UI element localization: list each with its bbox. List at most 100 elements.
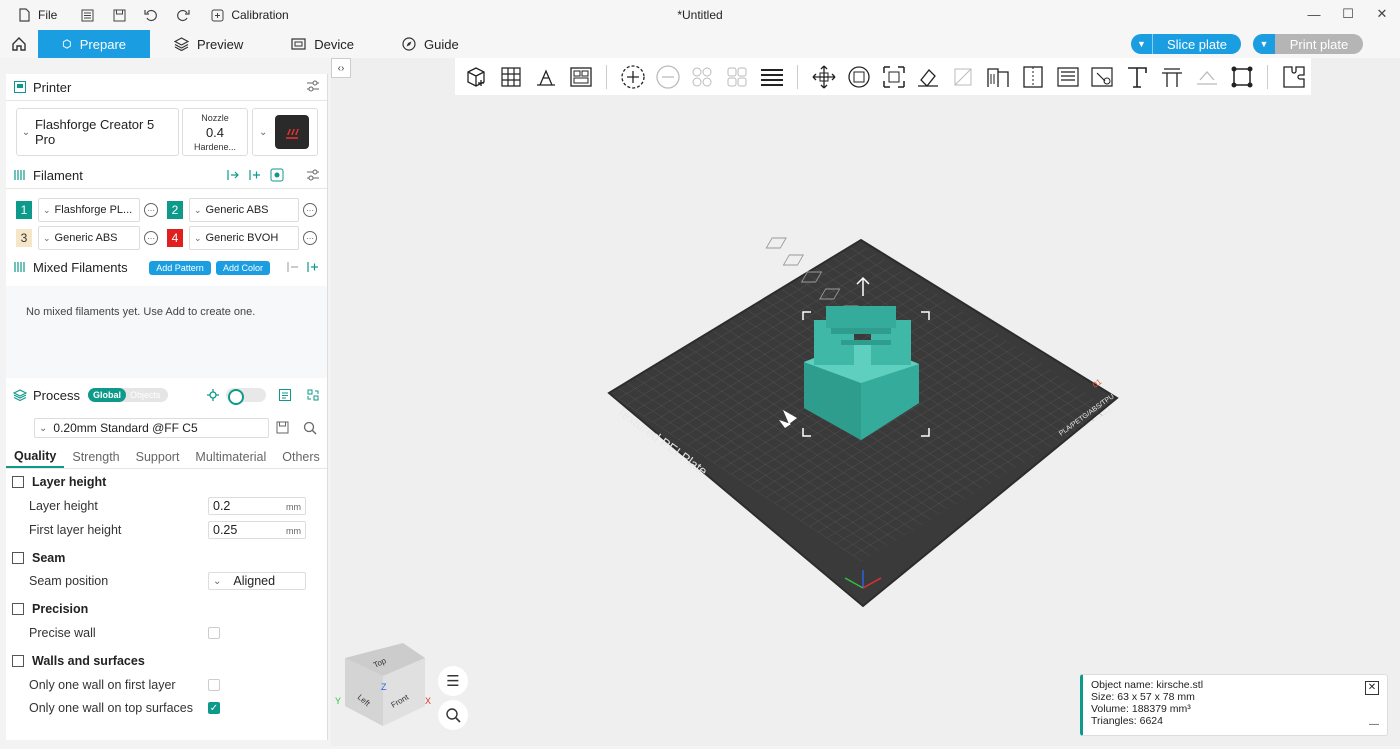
- build-plate-scene: Textured PEI Plate PLA/PETG/ABS/TPU 01 T…: [335, 237, 1119, 726]
- puzzle-icon[interactable]: [1276, 62, 1311, 92]
- arrange-icon[interactable]: [563, 62, 598, 92]
- menu-list-icon[interactable]: [79, 7, 95, 23]
- tab-preview[interactable]: Preview: [150, 30, 267, 58]
- tab-device[interactable]: Device: [267, 30, 378, 58]
- filament-sync-icon[interactable]: [226, 168, 240, 185]
- brim-ears-icon[interactable]: [1224, 62, 1259, 92]
- filament-select[interactable]: ⌄ Generic ABS: [38, 226, 140, 250]
- add-plate-icon[interactable]: [494, 62, 529, 92]
- plate-select[interactable]: ⌄: [252, 108, 318, 156]
- filament-select[interactable]: ⌄ Generic BVOH: [189, 226, 299, 250]
- color-painting-icon[interactable]: [1085, 62, 1120, 92]
- save-icon[interactable]: [111, 7, 127, 23]
- close-icon[interactable]: ✕: [1365, 681, 1379, 695]
- precise-wall-checkbox[interactable]: [208, 627, 220, 639]
- close-icon[interactable]: ✕: [1372, 4, 1392, 24]
- file-menu[interactable]: File: [16, 7, 57, 23]
- prepare-icon: [62, 39, 71, 49]
- tab-strength[interactable]: Strength: [64, 446, 127, 468]
- tab-multimaterial[interactable]: Multimaterial: [187, 446, 274, 468]
- tab-quality[interactable]: Quality: [6, 446, 65, 468]
- undo-icon[interactable]: [143, 7, 159, 23]
- print-plate-button[interactable]: ▼ Print plate: [1253, 34, 1363, 54]
- search-icon[interactable]: [303, 421, 317, 438]
- minimize-icon[interactable]: —: [1369, 719, 1379, 731]
- group-seam: Seam: [6, 548, 327, 568]
- filament-number: 3: [16, 229, 32, 247]
- tab-others[interactable]: Others: [274, 446, 327, 468]
- more-icon[interactable]: ⋯: [144, 231, 158, 245]
- minimize-icon[interactable]: —: [1304, 4, 1324, 24]
- more-icon[interactable]: ⋯: [303, 203, 317, 217]
- split-parts-icon[interactable]: [720, 62, 755, 92]
- chevron-down-icon[interactable]: ▼: [1131, 34, 1153, 54]
- toggle-objects[interactable]: Objects: [126, 388, 165, 402]
- filament-select[interactable]: ⌄ Generic ABS: [189, 198, 299, 222]
- slice-plate-button[interactable]: ▼ Slice plate: [1131, 34, 1241, 54]
- compare-icon[interactable]: [306, 388, 320, 405]
- printer-select[interactable]: ⌄ Flashforge Creator 5 Pro: [16, 108, 179, 156]
- global-objects-toggle[interactable]: Global Objects: [88, 388, 168, 402]
- cut-icon[interactable]: [946, 62, 981, 92]
- add-instance-icon[interactable]: [615, 62, 650, 92]
- text-icon[interactable]: [1120, 62, 1155, 92]
- filament-number: 2: [167, 201, 183, 219]
- filament-sync-icon[interactable]: [286, 260, 300, 277]
- zoom-icon[interactable]: [438, 700, 468, 730]
- rotate-icon[interactable]: [841, 62, 876, 92]
- 3d-toolbar: [455, 58, 1311, 95]
- fuzzy-skin-painting-icon[interactable]: [1050, 62, 1085, 92]
- add-color-button[interactable]: Add Color: [216, 261, 270, 275]
- measure-icon[interactable]: [1155, 62, 1190, 92]
- notes-icon[interactable]: [278, 388, 292, 405]
- filament-slot-3: 3 ⌄ Generic ABS ⋯: [16, 226, 158, 250]
- tab-guide[interactable]: Guide: [378, 30, 483, 58]
- advanced-toggle[interactable]: [226, 388, 266, 405]
- tab-support[interactable]: Support: [128, 446, 188, 468]
- layers-editing-icon[interactable]: [755, 62, 790, 92]
- add-pattern-button[interactable]: Add Pattern: [149, 261, 211, 275]
- one-wall-first-layer-checkbox[interactable]: [208, 679, 220, 691]
- tab-prepare[interactable]: Prepare: [38, 30, 150, 58]
- view-cube[interactable]: Top Left Front Y Z X: [335, 643, 431, 726]
- more-icon[interactable]: ⋯: [144, 203, 158, 217]
- first-layer-height-input[interactable]: 0.25 mm: [208, 521, 306, 539]
- filament-select[interactable]: ⌄ Flashforge PL...: [38, 198, 140, 222]
- seam-painting-icon[interactable]: [1015, 62, 1050, 92]
- assembly-icon[interactable]: [1190, 62, 1225, 92]
- calibration-menu[interactable]: Calibration: [209, 7, 289, 23]
- support-painting-icon[interactable]: [981, 62, 1016, 92]
- advanced-settings-icon[interactable]: [206, 388, 220, 405]
- settings-sliders-icon[interactable]: [306, 168, 320, 185]
- seam-position-select[interactable]: ⌄ Aligned: [208, 572, 306, 590]
- scale-icon[interactable]: [876, 62, 911, 92]
- collapse-sidebar-button[interactable]: ‹›: [331, 58, 351, 78]
- add-object-icon[interactable]: [459, 62, 494, 92]
- one-wall-top-surfaces-checkbox[interactable]: ✓: [208, 702, 220, 714]
- remove-instance-icon[interactable]: [650, 62, 685, 92]
- 3d-viewport[interactable]: Textured PEI Plate PLA/PETG/ABS/TPU 01 T…: [331, 58, 1400, 746]
- move-icon[interactable]: [806, 62, 841, 92]
- process-profile-select[interactable]: ⌄ 0.20mm Standard @FF C5: [34, 418, 269, 438]
- nozzle-select[interactable]: Nozzle 0.4 Hardene...: [182, 108, 248, 156]
- z-axis-label: Z: [381, 682, 387, 692]
- lay-on-face-icon[interactable]: [911, 62, 946, 92]
- layers-icon: [174, 37, 189, 51]
- filament-edit-icon[interactable]: [270, 168, 284, 185]
- add-filament-icon[interactable]: [306, 260, 320, 277]
- settings-sliders-icon[interactable]: [306, 79, 320, 96]
- toggle-global[interactable]: Global: [88, 388, 127, 402]
- save-icon[interactable]: [276, 421, 289, 437]
- layer-height-input[interactable]: 0.2 mm: [208, 497, 306, 515]
- redo-icon[interactable]: [175, 7, 191, 23]
- auto-orient-icon[interactable]: [529, 62, 564, 92]
- menu-icon[interactable]: ☰: [438, 666, 468, 696]
- object-size: Size: 63 x 57 x 78 mm: [1091, 691, 1195, 703]
- add-filament-icon[interactable]: [248, 168, 262, 185]
- chevron-down-icon[interactable]: ▼: [1253, 34, 1275, 54]
- maximize-icon[interactable]: ☐: [1338, 4, 1358, 24]
- split-objects-icon[interactable]: [685, 62, 720, 92]
- more-icon[interactable]: ⋯: [303, 231, 317, 245]
- home-icon[interactable]: [0, 30, 38, 58]
- process-tabs: Quality Strength Support Multimaterial O…: [6, 446, 327, 468]
